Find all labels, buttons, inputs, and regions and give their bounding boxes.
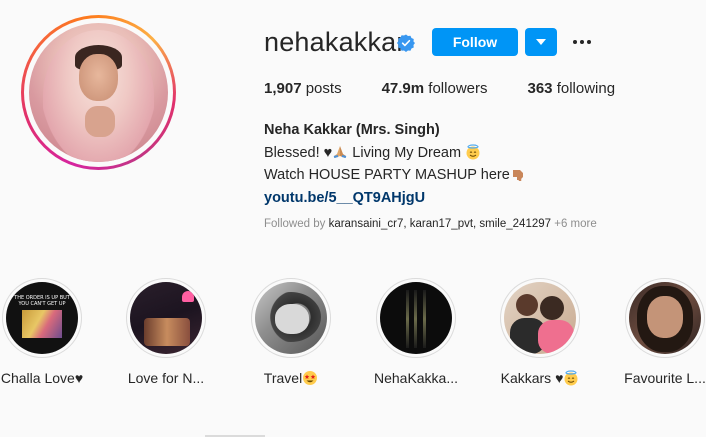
highlight-thumb-streak <box>423 290 426 348</box>
profile-bio: Neha Kakkar (Mrs. Singh) Blessed! ♥ Livi… <box>264 119 526 209</box>
highlight-thumb-face <box>647 296 683 338</box>
bio-line-2-text: Watch HOUSE PARTY MASHUP here <box>264 167 510 183</box>
highlight-thumb-streak <box>414 290 417 348</box>
highlight-item[interactable]: NehaKakka... <box>354 278 478 386</box>
highlight-ring <box>126 278 206 358</box>
smiling-halo-icon <box>466 143 480 159</box>
avatar-gap <box>24 18 173 167</box>
highlight-ring <box>376 278 456 358</box>
avatar-hands <box>84 106 116 137</box>
highlight-thumb-person <box>540 296 564 320</box>
highlight-thumb-person <box>516 294 538 316</box>
highlight-label: Travel <box>264 370 318 386</box>
profile-stats: 1,907 posts 47.9m followers 363 followin… <box>264 80 655 97</box>
more-dots-icon <box>580 40 584 44</box>
highlight-label-text: Kakkars ♥ <box>500 370 564 386</box>
highlight-label: Kakkars ♥ <box>501 370 580 386</box>
followed-by-users: karansaini_cr7, karan17_pvt, smile_24129… <box>328 218 552 230</box>
bio-line-1: Blessed! ♥ Living My Dream <box>264 142 526 165</box>
highlight-ring: THE ORDER IS UP BUT YOU CAN'T GET UP <box>2 278 82 358</box>
highlight-label: Favourite L... <box>624 370 706 386</box>
story-highlights: THE ORDER IS UP BUT YOU CAN'T GET UP Cha… <box>0 278 706 398</box>
more-dots-icon <box>587 40 591 44</box>
highlight-label-text: Travel <box>263 370 303 386</box>
avatar-image <box>29 23 168 162</box>
followed-by-more: +6 more <box>551 218 597 230</box>
highlight-thumb-body <box>538 320 574 354</box>
folded-hands-icon <box>334 145 347 158</box>
highlight-thumb-image <box>144 318 190 346</box>
followed-by-prefix: Followed by <box>264 218 329 230</box>
following-link[interactable]: 363 following <box>527 80 615 97</box>
highlight-thumbnail <box>504 282 576 354</box>
profile-username: nehakakkar <box>264 27 406 57</box>
posts-count: 1,907 posts <box>264 80 342 97</box>
highlight-thumb-face <box>275 304 309 334</box>
highlight-label: Love for N... <box>127 370 205 386</box>
followers-value: 47.9m <box>381 80 425 97</box>
bio-line-2: Watch HOUSE PARTY MASHUP here <box>264 164 526 187</box>
highlight-ring <box>625 278 705 358</box>
more-options-button[interactable] <box>570 30 594 54</box>
verified-badge-icon <box>397 34 415 52</box>
followed-by[interactable]: Followed by karansaini_cr7, karan17_pvt,… <box>264 218 597 230</box>
followers-label: followers <box>428 80 488 97</box>
followers-link[interactable]: 47.9m followers <box>382 80 488 97</box>
highlight-item[interactable]: Love for N... <box>104 278 228 386</box>
bio-external-link[interactable]: youtu.be/5__QT9AHjgU <box>264 190 425 206</box>
highlight-item[interactable]: THE ORDER IS UP BUT YOU CAN'T GET UP Cha… <box>0 278 104 386</box>
highlight-ring <box>500 278 580 358</box>
star-struck-icon <box>303 371 318 385</box>
highlight-label: Challa Love♥ <box>0 370 84 386</box>
posts-label: posts <box>305 80 342 97</box>
highlight-label: NehaKakka... <box>373 370 459 386</box>
highlight-thumbnail <box>130 282 202 354</box>
highlight-thumb-text: THE ORDER IS UP BUT YOU CAN'T GET UP <box>14 295 70 307</box>
highlight-thumbnail <box>380 282 452 354</box>
highlight-item[interactable]: Travel <box>229 278 353 386</box>
pointing-down-hand-icon <box>512 170 523 181</box>
follow-button[interactable]: Follow <box>432 28 518 56</box>
profile-page: nehakakkar Follow 1,907 posts 47.9m foll… <box>0 0 706 437</box>
highlight-item[interactable]: Favourite L... <box>603 278 706 386</box>
highlight-thumb-streak <box>406 290 409 348</box>
highlight-thumbnail <box>629 282 701 354</box>
highlight-thumb-image <box>22 310 62 338</box>
highlight-thumbnail <box>255 282 327 354</box>
chevron-down-icon <box>536 39 546 45</box>
highlight-ring <box>251 278 331 358</box>
following-value: 363 <box>527 80 553 97</box>
profile-full-name: Neha Kakkar (Mrs. Singh) <box>264 122 440 138</box>
bio-line-1-text: Blessed! ♥ <box>264 144 333 161</box>
heart-icon <box>182 291 194 302</box>
highlight-thumbnail: THE ORDER IS UP BUT YOU CAN'T GET UP <box>6 282 78 354</box>
bio-line-1-rest: Living My Dream <box>348 144 466 161</box>
avatar-face <box>79 53 118 101</box>
suggested-dropdown-button[interactable] <box>525 28 557 56</box>
profile-avatar[interactable] <box>21 15 176 170</box>
posts-value: 1,907 <box>264 80 302 97</box>
smiling-halo-icon <box>564 370 578 386</box>
following-label: following <box>556 80 616 97</box>
highlight-item[interactable]: Kakkars ♥ <box>478 278 602 386</box>
more-dots-icon <box>573 40 577 44</box>
